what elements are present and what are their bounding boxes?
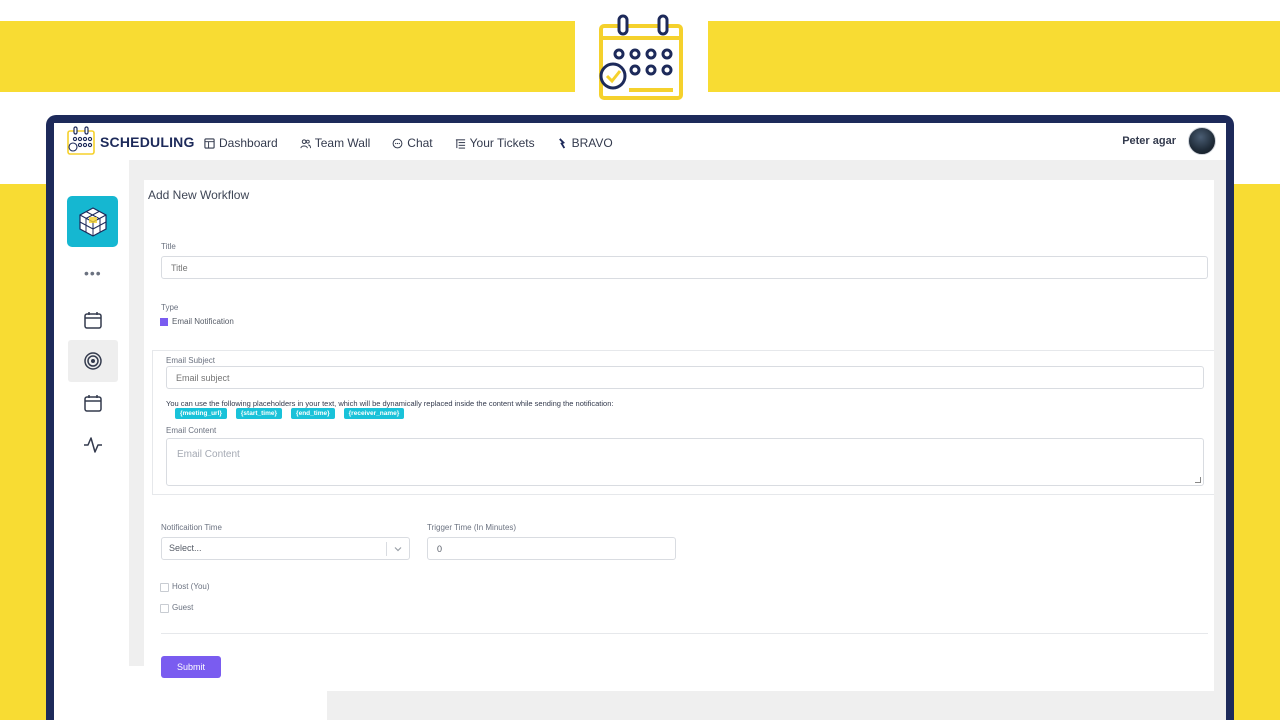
email-subject-input[interactable] bbox=[166, 366, 1204, 389]
activity-icon bbox=[84, 437, 102, 453]
cube-logo-icon bbox=[78, 206, 107, 237]
workflow-form-card: Add New Workflow Title Type Email Notifi… bbox=[144, 180, 1214, 691]
title-input[interactable] bbox=[161, 256, 1208, 279]
email-content-label: Email Content bbox=[166, 426, 217, 435]
sidebar: ••• bbox=[54, 160, 129, 720]
select-separator bbox=[386, 542, 387, 556]
target-icon bbox=[84, 352, 102, 370]
page-title: Add New Workflow bbox=[148, 188, 250, 202]
nav-dashboard[interactable]: Dashboard bbox=[204, 136, 278, 150]
placeholder-chip[interactable]: {receiver_name} bbox=[343, 408, 405, 419]
nav-bravo[interactable]: BRAVO bbox=[557, 136, 613, 150]
dashboard-icon bbox=[204, 137, 215, 149]
type-radio[interactable] bbox=[160, 318, 168, 326]
placeholder-help-text: You can use the following placeholders i… bbox=[166, 399, 614, 408]
email-content-placeholder: Email Content bbox=[177, 449, 240, 460]
chat-icon bbox=[392, 138, 403, 148]
guest-checkbox-label: Guest bbox=[172, 603, 194, 612]
more-dots[interactable]: ••• bbox=[84, 266, 102, 280]
banner-stripe-right bbox=[708, 21, 1280, 92]
guest-checkbox[interactable] bbox=[160, 604, 169, 613]
nav-chat-label: Chat bbox=[407, 136, 433, 150]
host-checkbox-label: Host (You) bbox=[172, 582, 210, 591]
type-label: Type bbox=[161, 303, 179, 312]
nav-dashboard-label: Dashboard bbox=[219, 136, 278, 150]
form-divider bbox=[161, 633, 1208, 634]
resize-handle-icon[interactable] bbox=[1195, 477, 1201, 483]
nav-chat[interactable]: Chat bbox=[392, 136, 433, 150]
submit-button[interactable]: Submit bbox=[161, 656, 221, 678]
sidebar-item-workflows[interactable] bbox=[68, 340, 118, 382]
avatar[interactable] bbox=[1188, 127, 1216, 155]
type-value: Email Notification bbox=[172, 317, 234, 326]
app-brand[interactable]: SCHEDULING bbox=[100, 134, 195, 150]
app-logo-icon bbox=[67, 126, 95, 155]
trigger-time-label: Trigger Time (In Minutes) bbox=[427, 523, 517, 532]
list-icon bbox=[455, 138, 465, 149]
nav-team-wall-label: Team Wall bbox=[314, 136, 371, 150]
title-label: Title bbox=[161, 242, 176, 251]
sidebar-item-activity[interactable] bbox=[68, 424, 118, 466]
email-subject-label: Email Subject bbox=[166, 356, 215, 365]
nav-your-tickets[interactable]: Your Tickets bbox=[455, 136, 535, 150]
email-content-textarea[interactable]: Email Content bbox=[166, 438, 1204, 486]
sidebar-item-calendar[interactable] bbox=[68, 299, 118, 341]
workspace-logo[interactable] bbox=[67, 196, 118, 247]
calendar-icon bbox=[84, 312, 102, 329]
host-checkbox[interactable] bbox=[160, 583, 169, 592]
user-name[interactable]: Peter agar bbox=[1122, 135, 1176, 147]
main-nav: Dashboard Team Wall Chat Your Tickets BR… bbox=[204, 136, 613, 150]
placeholder-chip[interactable]: {start_time} bbox=[235, 408, 283, 419]
sidebar-item-schedule[interactable] bbox=[68, 382, 118, 424]
app-window: SCHEDULING Dashboard Team Wall Chat Your… bbox=[54, 123, 1226, 720]
notification-time-value: Select... bbox=[169, 543, 202, 553]
calendar-icon bbox=[84, 395, 102, 412]
users-icon bbox=[300, 138, 311, 148]
nav-team-wall[interactable]: Team Wall bbox=[300, 136, 371, 150]
nav-your-tickets-label: Your Tickets bbox=[469, 136, 535, 150]
placeholder-chips: {meeting_url} {start_time} {end_time} {r… bbox=[175, 408, 405, 419]
nav-bravo-label: BRAVO bbox=[571, 136, 613, 150]
trigger-time-input[interactable] bbox=[427, 537, 676, 560]
banner-stripe-left bbox=[0, 21, 575, 92]
chevron-down-icon bbox=[394, 547, 402, 552]
email-settings-panel: Email Subject You can use the following … bbox=[152, 350, 1214, 495]
placeholder-chip[interactable]: {end_time} bbox=[291, 408, 335, 419]
notification-time-label: Notificaition Time bbox=[161, 523, 222, 532]
bravo-icon bbox=[558, 137, 565, 149]
placeholder-chip[interactable]: {meeting_url} bbox=[175, 408, 227, 419]
calendar-clock-icon bbox=[599, 14, 683, 100]
notification-time-select[interactable]: Select... bbox=[161, 537, 410, 560]
top-navbar: SCHEDULING Dashboard Team Wall Chat Your… bbox=[54, 123, 1226, 160]
